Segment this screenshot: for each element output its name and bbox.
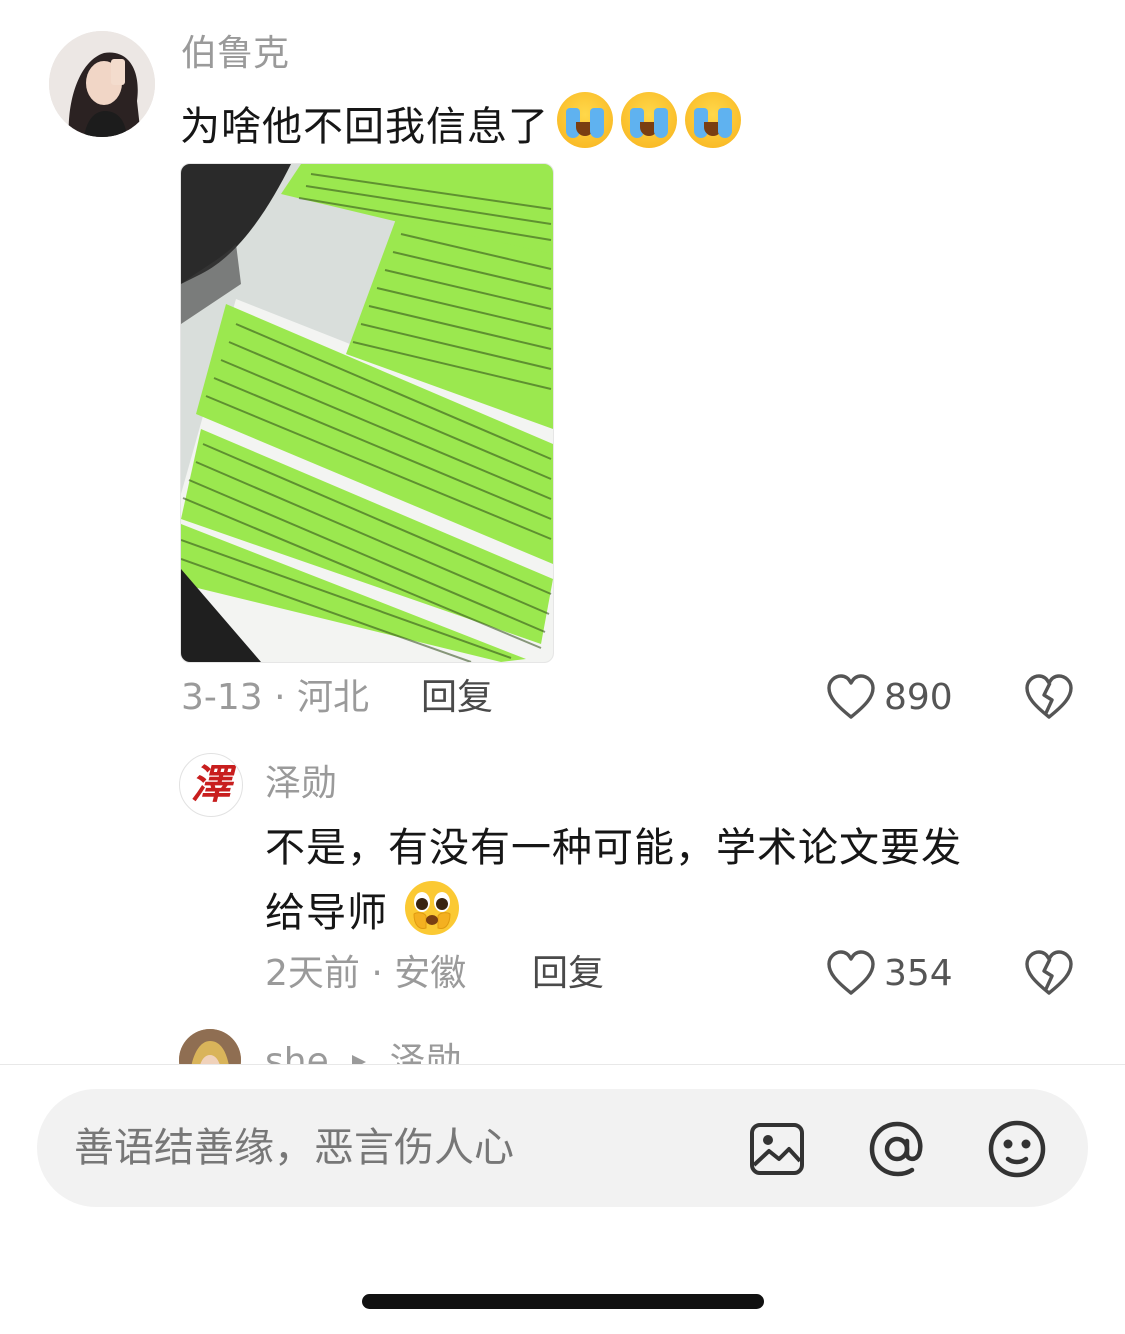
username[interactable]: 伯鲁克 [181,32,289,76]
comment-image[interactable] [180,163,554,663]
reply-arrow-icon [350,1038,368,1064]
comment-meta: 3-13 · 河北 [181,677,370,718]
comment-text: 为啥他不回我信息了 [180,92,741,157]
avatar[interactable] [49,31,155,137]
comment-text-content: 为啥他不回我信息了 [180,104,549,150]
like-count: 890 [884,677,953,718]
emoji-icon[interactable] [987,1119,1047,1179]
divider [0,1064,1125,1065]
home-indicator [362,1294,764,1309]
comment-input-placeholder[interactable]: 善语结善缘，恶言伤人心 [74,1089,514,1207]
reply-header: she 泽勋 [265,1038,462,1064]
comment-partial: she 泽勋 [0,1020,1125,1064]
like-count: 354 [884,953,953,994]
comment-text-line-2: 给导师 [265,878,462,955]
avatar[interactable] [179,1029,241,1064]
username[interactable]: she [265,1041,329,1064]
avatar-character: 澤 [191,761,231,808]
like-icon[interactable] [826,673,876,723]
pleading-face-icon [402,878,462,955]
comment-text-content: 给导师 [265,890,388,936]
reply-button[interactable]: 回复 [532,952,604,996]
like-icon[interactable] [826,949,876,999]
comment-meta: 2天前 · 安徽 [265,953,467,994]
loudly-crying-face-icon [621,92,677,148]
dislike-icon[interactable] [1024,949,1074,999]
loudly-crying-face-icon [557,92,613,148]
comment-text-line-1: 不是，有没有一种可能，学术论文要发 [265,825,962,871]
avatar[interactable]: 澤 [179,753,243,817]
reply-to-username[interactable]: 泽勋 [390,1041,462,1064]
username[interactable]: 泽勋 [265,762,337,806]
loudly-crying-face-icon [685,92,741,148]
comment-input-bar[interactable]: 善语结善缘，恶言伤人心 [37,1089,1088,1207]
dislike-icon[interactable] [1024,673,1074,723]
image-icon[interactable] [749,1121,805,1177]
reply-button[interactable]: 回复 [421,676,493,720]
at-icon[interactable] [866,1118,928,1180]
